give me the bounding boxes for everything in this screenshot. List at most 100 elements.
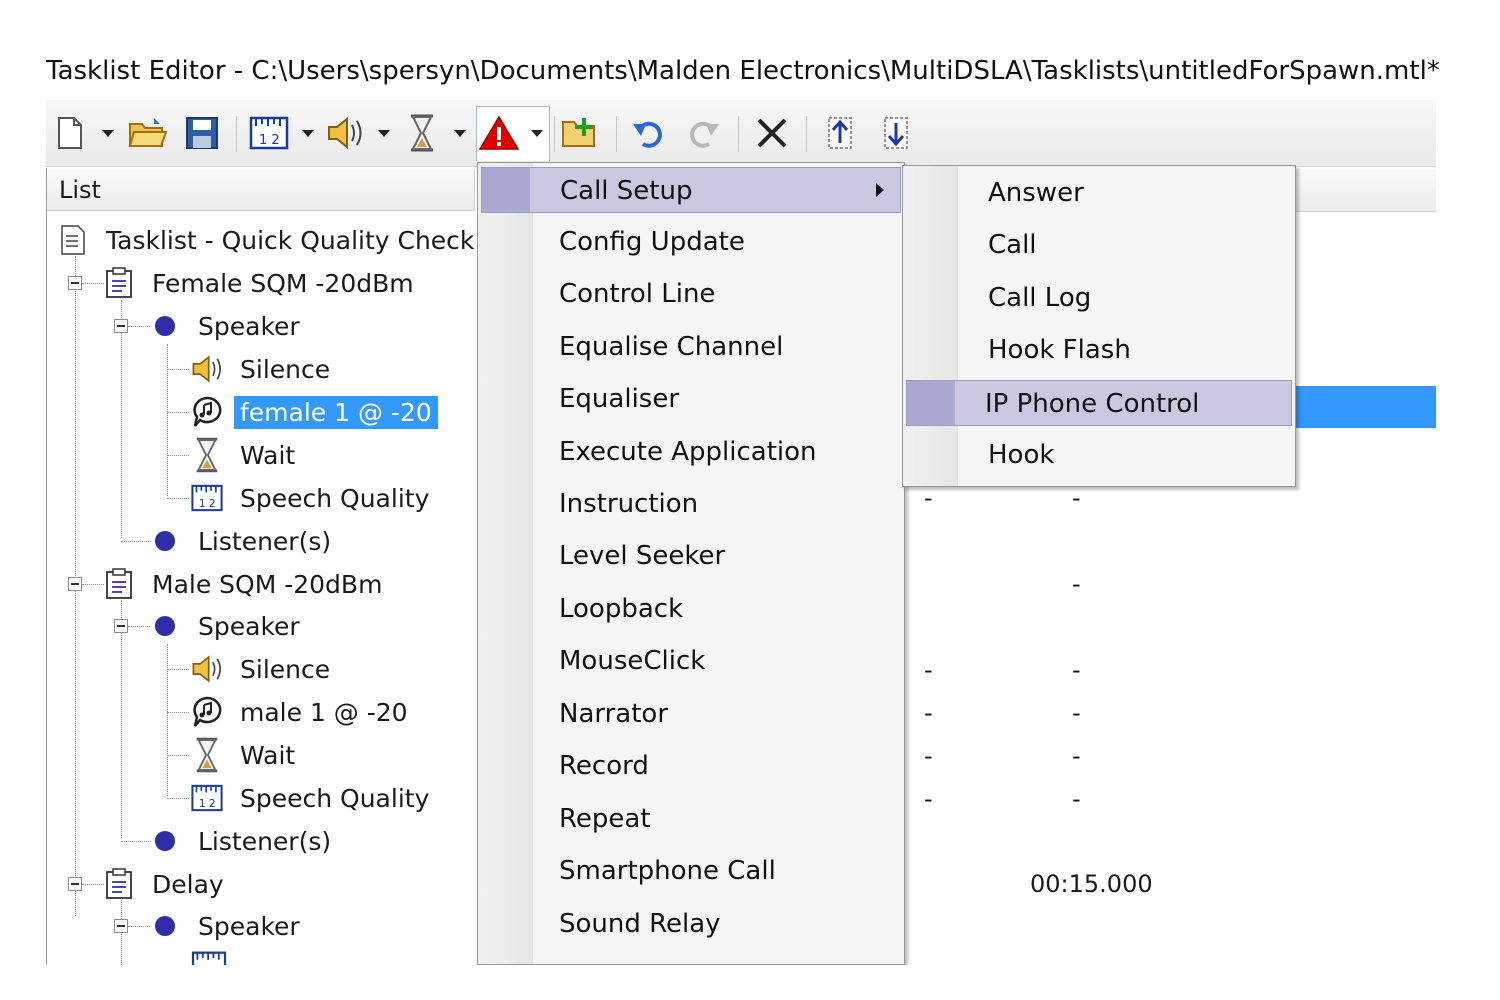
bullet-icon	[148, 909, 182, 943]
hourglass-icon[interactable]	[402, 113, 442, 153]
tree-node-task[interactable]: Delay	[102, 865, 230, 903]
menu-item-loopback[interactable]: Loopback	[481, 586, 901, 632]
tree-node-speaker[interactable]: Speaker	[148, 907, 306, 945]
hourglass-icon	[190, 437, 224, 473]
move-up-icon[interactable]	[820, 113, 860, 153]
menu-item-label: Equaliser	[559, 384, 680, 414]
collapse-toggle[interactable]	[68, 276, 82, 290]
open-folder-icon[interactable]	[126, 113, 170, 153]
tree-node-wait[interactable]: Wait	[190, 736, 301, 774]
menu-item-level-seeker[interactable]: Level Seeker	[481, 533, 901, 579]
submenu-item-answer[interactable]: Answer	[906, 170, 1292, 216]
image-bottom-margin	[0, 965, 1500, 1000]
tree-line	[82, 283, 104, 284]
menu-item-config-update[interactable]: Config Update	[481, 219, 901, 265]
add-task-icon[interactable]	[558, 113, 604, 153]
tree-node-tasklist[interactable]: Tasklist - Quick Quality Check	[56, 221, 480, 259]
menu-item-smartphone-call[interactable]: Smartphone Call	[481, 848, 901, 894]
column-header[interactable]	[1296, 169, 1436, 212]
speech-quality-dropdown-caret-icon[interactable]	[302, 130, 314, 137]
submenu-item-hook-flash[interactable]: Hook Flash	[906, 327, 1292, 373]
toolbar-separator	[806, 116, 807, 152]
menu-item-label: Smartphone Call	[559, 856, 776, 886]
menu-item-narrator[interactable]: Narrator	[481, 691, 901, 737]
tree-line	[167, 344, 168, 496]
tree-line	[128, 926, 150, 927]
tree-node-listeners[interactable]: Listener(s)	[148, 522, 337, 560]
new-dropdown-caret-icon[interactable]	[102, 130, 114, 137]
new-icon[interactable]	[54, 113, 86, 153]
list-column-header[interactable]: List	[47, 169, 475, 211]
speech-quality-icon[interactable]: 1 2	[246, 113, 292, 153]
tree-node-speaker[interactable]: Speaker	[148, 607, 306, 645]
redo-icon[interactable]	[684, 113, 724, 153]
tree-node-silence[interactable]: Silence	[190, 650, 336, 688]
speech-quality-icon: 1 2	[190, 781, 224, 815]
grid-cell: -	[1072, 699, 1081, 727]
toolbar-separator	[554, 116, 555, 152]
tree-node-speech-quality[interactable]: 1 2 Speech Quality	[190, 479, 435, 517]
bullet-icon	[148, 524, 182, 558]
move-down-icon[interactable]	[876, 113, 916, 153]
menu-item-label: Level Seeker	[559, 541, 726, 571]
toolbar-separator	[616, 116, 617, 152]
warning-dropdown-caret-icon[interactable]	[531, 130, 543, 137]
save-icon[interactable]	[182, 113, 222, 153]
tree-node-label: Speaker	[198, 611, 300, 641]
grid-cell: -	[1072, 484, 1081, 512]
grid-cell: -	[924, 785, 933, 813]
speaker-dropdown-caret-icon[interactable]	[378, 130, 390, 137]
speech-quality-icon: 1 2	[190, 481, 224, 515]
menu-item-label: IP Phone Control	[985, 389, 1200, 419]
tree-node-silence[interactable]: Silence	[190, 350, 336, 388]
menu-item-equalise-channel[interactable]: Equalise Channel	[481, 324, 901, 370]
tree-node-label: Delay	[152, 869, 224, 899]
menu-item-call-setup[interactable]: Call Setup	[481, 167, 901, 213]
tree-line	[128, 626, 150, 627]
speaker-icon[interactable]	[322, 113, 368, 153]
menu-item-equaliser[interactable]: Equaliser	[481, 376, 901, 422]
submenu-item-call-log[interactable]: Call Log	[906, 275, 1292, 321]
menu-item-instruction[interactable]: Instruction	[481, 481, 901, 527]
menu-item-execute-application[interactable]: Execute Application	[481, 429, 901, 475]
collapse-toggle[interactable]	[68, 877, 82, 891]
tree-line	[82, 884, 104, 885]
submenu-item-ip-phone-control[interactable]: IP Phone Control	[906, 380, 1292, 426]
collapse-toggle[interactable]	[114, 919, 128, 933]
tree-line	[167, 755, 189, 756]
submenu-arrow-icon	[876, 183, 884, 197]
tree-node-label: Speech Quality	[240, 783, 430, 813]
collapse-toggle[interactable]	[114, 319, 128, 333]
menu-item-sound-relay[interactable]: Sound Relay	[481, 901, 901, 947]
tree-line	[128, 326, 150, 327]
menu-item-control-line[interactable]: Control Line	[481, 271, 901, 317]
tree-node-speech-quality[interactable]: 1 2 Speech Quality	[190, 779, 435, 817]
tree-line	[167, 644, 168, 796]
tree-line	[121, 541, 151, 542]
menu-item-label: Instruction	[559, 489, 699, 519]
menu-item-repeat[interactable]: Repeat	[481, 796, 901, 842]
delete-icon[interactable]	[752, 113, 792, 153]
tree-node-task[interactable]: Male SQM -20dBm	[102, 565, 388, 603]
svg-text:1 2: 1 2	[259, 133, 280, 148]
menu-item-record[interactable]: Record	[481, 743, 901, 789]
task-type-menu: Call Setup Config Update Control Line Eq…	[477, 162, 905, 965]
tree-node-speaker[interactable]: Speaker	[148, 307, 306, 345]
collapse-toggle[interactable]	[114, 619, 128, 633]
submenu-item-call[interactable]: Call	[906, 222, 1292, 268]
tree-node-label: female 1 @ -20	[234, 395, 438, 429]
tree-node-speech-selected[interactable]: female 1 @ -20	[190, 393, 438, 431]
collapse-toggle[interactable]	[68, 577, 82, 591]
menu-item-mouseclick[interactable]: MouseClick	[481, 638, 901, 684]
hourglass-dropdown-caret-icon[interactable]	[454, 130, 466, 137]
warning-icon[interactable]	[476, 113, 522, 153]
tree-node-task[interactable]: Female SQM -20dBm	[102, 264, 420, 302]
undo-icon[interactable]	[628, 113, 668, 153]
grid-cell: -	[1072, 656, 1081, 684]
tree-node-wait[interactable]: Wait	[190, 436, 301, 474]
tree-node-speech[interactable]: male 1 @ -20	[190, 693, 414, 731]
tree-line	[121, 600, 122, 838]
submenu-item-hook[interactable]: Hook	[906, 432, 1292, 478]
delay-duration: 00:15.000	[1030, 870, 1153, 898]
tree-node-listeners[interactable]: Listener(s)	[148, 822, 337, 860]
